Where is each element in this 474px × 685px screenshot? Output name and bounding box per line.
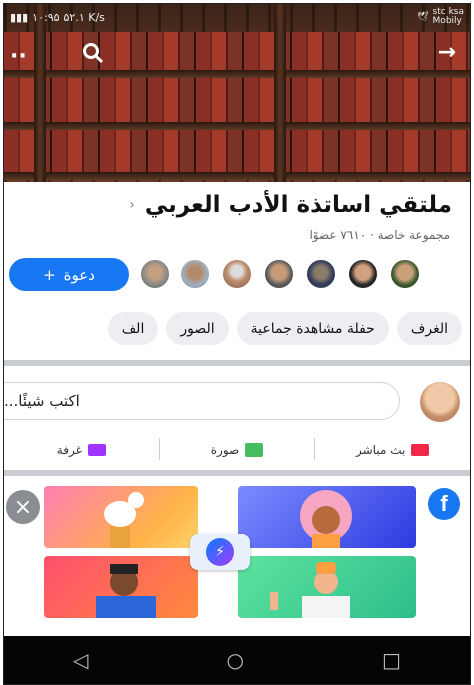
status-bar: ▮▮▮ ۱۰:۹۵ ۵۲.۱ K/s 🕊 stc ksa Mobily — [4, 4, 470, 30]
room-icon — [87, 444, 106, 456]
chevron-left-icon: ‹ — [129, 197, 135, 213]
avatar — [389, 258, 421, 290]
group-meta: مجموعة خاصة · ٧٦١٠ عضوًا — [309, 228, 450, 242]
facebook-icon: f — [428, 488, 460, 520]
composer-placeholder: اكتب شيئًا... — [4, 392, 80, 410]
live-video-icon — [411, 444, 430, 456]
chip-photos[interactable]: الصور — [166, 312, 229, 345]
avatar — [139, 258, 171, 290]
search-icon[interactable] — [82, 42, 104, 70]
arrow-right-icon[interactable]: → — [438, 40, 456, 65]
room-label: غرفة — [56, 443, 82, 457]
status-time: ۱۰:۹۵ — [32, 10, 60, 24]
twitter-icon: 🕊 — [417, 11, 429, 22]
home-circle-icon[interactable]: ○ — [227, 648, 244, 672]
photo-button[interactable]: صورة — [160, 438, 315, 462]
messenger-icon: ⚡ — [206, 538, 234, 566]
chip-watch-party[interactable]: حفلة مشاهدة جماعية — [236, 312, 389, 345]
recents-square-icon[interactable]: □ — [382, 648, 401, 672]
avatar — [305, 258, 337, 290]
promo-tile-chef — [238, 556, 416, 618]
section-divider — [4, 470, 470, 476]
chip-more[interactable]: الف — [107, 312, 159, 345]
promo-tile-man — [44, 556, 198, 618]
avatar — [263, 258, 295, 290]
user-avatar[interactable] — [420, 382, 460, 422]
post-composer-input[interactable]: اكتب شيئًا... — [4, 382, 400, 420]
divider — [158, 438, 160, 460]
group-title: ملتقي اساتذة الأدب العربي — [144, 192, 452, 218]
invite-label: دعوة — [63, 265, 95, 284]
live-video-label: بث مباشر — [356, 443, 406, 457]
chip-rooms[interactable]: الغرف — [396, 312, 462, 345]
more-dots-icon[interactable]: ·· — [10, 44, 27, 69]
group-title-row[interactable]: ملتقي اساتذة الأدب العربي ‹ — [129, 192, 452, 218]
group-tabs: الغرف حفلة مشاهدة جماعية الصور الف — [107, 312, 462, 345]
plus-icon: + — [43, 265, 56, 284]
avatar — [347, 258, 379, 290]
photo-icon — [245, 443, 264, 457]
invite-button[interactable]: دعوة + — [9, 258, 129, 291]
app-frame: ▮▮▮ ۱۰:۹۵ ۵۲.۱ K/s 🕊 stc ksa Mobily ·· →… — [3, 3, 471, 685]
avatar — [221, 258, 253, 290]
member-avatars[interactable] — [139, 258, 425, 290]
composer-actions: بث مباشر صورة غرفة — [4, 438, 470, 462]
close-icon[interactable]: × — [6, 490, 40, 524]
live-video-button[interactable]: بث مباشر — [315, 438, 470, 462]
back-triangle-icon[interactable]: ◁ — [73, 648, 88, 672]
section-divider — [4, 360, 470, 366]
messenger-rooms-badge[interactable]: ⚡ — [190, 534, 250, 570]
group-cover-photo: ▮▮▮ ۱۰:۹۵ ۵۲.۱ K/s 🕊 stc ksa Mobily ·· → — [4, 4, 470, 182]
promo-tile-dog — [44, 486, 198, 548]
photo-label: صورة — [210, 443, 240, 457]
avatar — [179, 258, 211, 290]
signal-icon: ▮▮▮ — [10, 10, 29, 24]
divider — [314, 438, 316, 460]
android-nav-bar: ◁ ○ □ — [4, 636, 470, 684]
promo-tile-woman — [238, 486, 416, 548]
network-speed: ۵۲.۱ K/s — [63, 10, 105, 24]
room-button[interactable]: غرفة — [4, 438, 159, 462]
carrier-label: stc ksa Mobily — [432, 7, 464, 26]
